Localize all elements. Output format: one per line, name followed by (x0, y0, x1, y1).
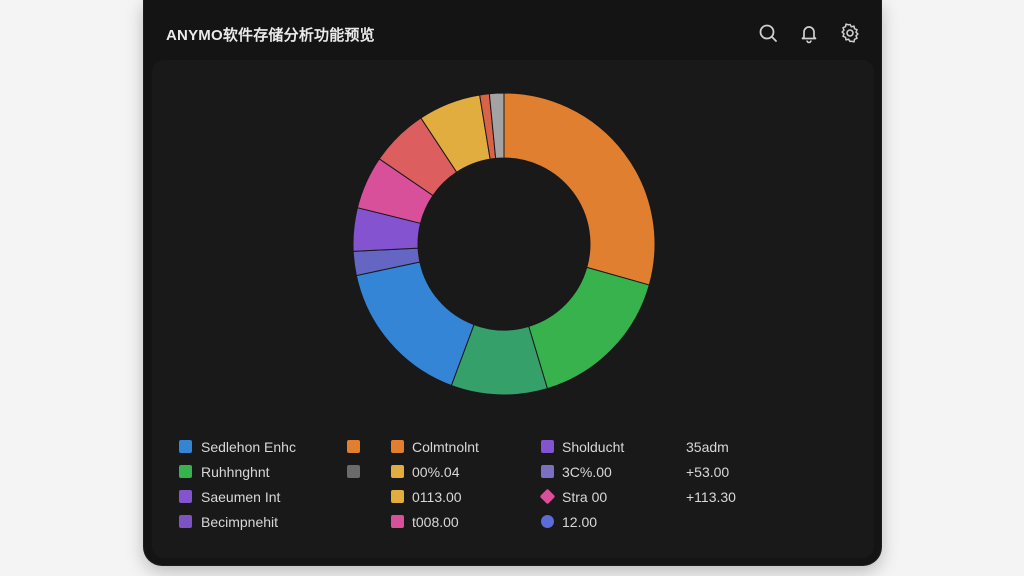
legend-swatch (347, 465, 360, 478)
legend-swatch (347, 440, 360, 453)
donut-slice[interactable] (355, 261, 475, 387)
search-icon[interactable] (757, 22, 779, 44)
legend-label: Ruhhnghnt (201, 464, 270, 480)
bell-icon[interactable] (798, 22, 820, 44)
legend-swatch (179, 490, 192, 503)
legend-swatch (391, 440, 404, 453)
legend-label: Sholducht (562, 439, 625, 455)
legend-label: Saeumen Int (201, 489, 281, 505)
donut-slice[interactable] (503, 92, 656, 286)
legend-swatch (179, 465, 192, 478)
legend-label: 00%.04 (412, 464, 460, 480)
legend-swatch (541, 440, 554, 453)
legend-label: 35adm (686, 439, 729, 455)
title-bar: ANYMO软件存储分析功能预览 (144, 0, 881, 58)
legend-swatch (391, 515, 404, 528)
legend-swatch (179, 515, 192, 528)
legend-label: 12.00 (562, 514, 598, 530)
donut-chart (352, 92, 656, 396)
legend-label: 0113.00 (412, 489, 462, 505)
donut-slice[interactable] (528, 266, 650, 390)
window-title: ANYMO软件存储分析功能预览 (166, 27, 375, 44)
legend-swatch (539, 488, 556, 505)
legend-label: 3C%.00 (562, 464, 612, 480)
chart-panel: Sedlehon Enhc Ruhhnghnt Saeumen Int Becimpn… (152, 60, 874, 558)
app-window: ANYMO软件存储分析功能预览 Sedlehon Enhc Ruhhnghnt Sa… (144, 0, 881, 565)
legend-swatch (391, 490, 404, 503)
legend-swatch (179, 440, 192, 453)
gear-icon[interactable] (839, 22, 861, 44)
legend-label: t008.00 (412, 514, 459, 530)
legend-label: Colmtnolnt (412, 439, 479, 455)
legend-label: Stra 00 (562, 489, 608, 505)
legend-label: +53.00 (686, 464, 730, 480)
legend-swatch (391, 465, 404, 478)
legend-swatch (541, 515, 554, 528)
legend-label: Becimpnehit (201, 514, 279, 530)
legend-label: +113.30 (686, 489, 736, 505)
legend-label: Sedlehon Enhc (201, 439, 296, 455)
legend-swatch (541, 465, 554, 478)
